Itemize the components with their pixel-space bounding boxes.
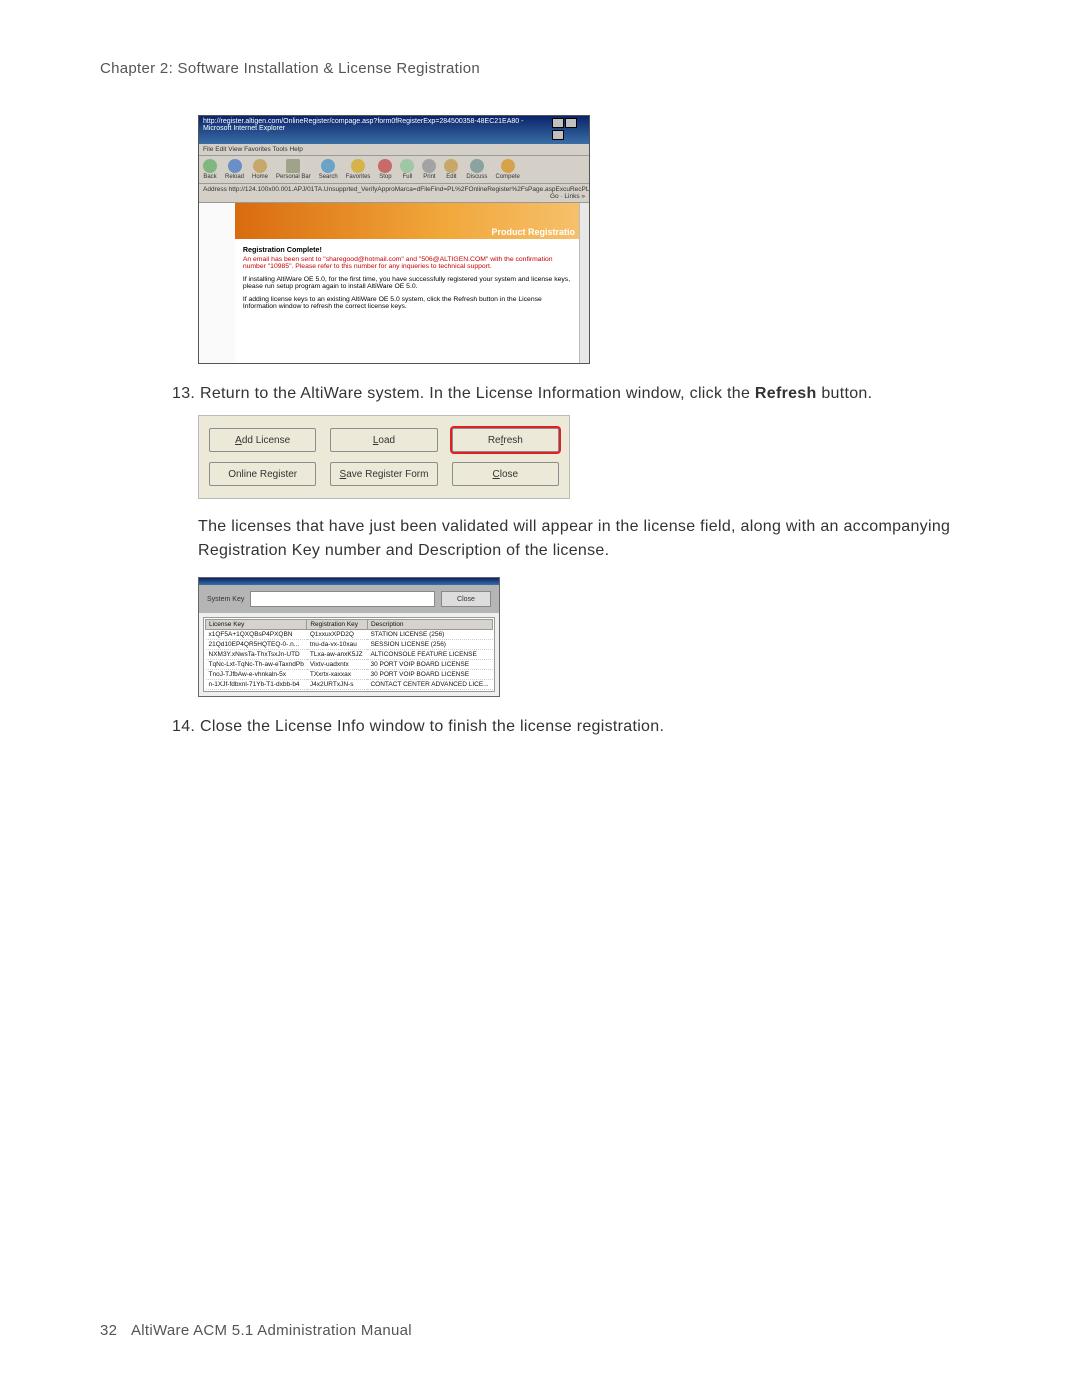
- license-dialog-buttons: Add License Load Refresh Online Register…: [198, 415, 570, 499]
- save-register-form-button[interactable]: Save Register Form: [330, 462, 437, 486]
- system-key-field[interactable]: [250, 591, 435, 607]
- table-row: n-1XJf-fdbxnl-71Yb-T1-dxbb-b4J4x2URTxJN-…: [206, 680, 493, 690]
- step-14-text: Close the License Info window to finish …: [200, 715, 980, 738]
- manual-title: AltiWare ACM 5.1 Administration Manual: [131, 1322, 412, 1339]
- confirmation-email-text: An email has been sent to "sharegood@hot…: [243, 256, 571, 270]
- browser-screenshot: http://register.altigen.com/OnlineRegist…: [198, 115, 590, 364]
- license-close-button[interactable]: Close: [441, 591, 491, 607]
- product-registration-banner: Product Registratio: [235, 203, 579, 239]
- favorites-icon: Favorites: [346, 159, 371, 180]
- chapter-header: Chapter 2: Software Installation & Licen…: [100, 60, 980, 77]
- col-registration-key: Registration Key: [307, 620, 368, 630]
- page-footer: 32 AltiWare ACM 5.1 Administration Manua…: [100, 1322, 412, 1339]
- license-field-paragraph: The licenses that have just been validat…: [198, 515, 968, 563]
- address-text: Address http://124.100x00.001.APJ/01TA.U…: [203, 186, 589, 193]
- search-icon: Search: [319, 159, 338, 180]
- personalbar-icon: Personal Bar: [276, 159, 311, 180]
- step-13-text-a: Return to the AltiWare system. In the Li…: [200, 385, 755, 402]
- home-icon: Home: [252, 159, 268, 180]
- refresh-keyword: Refresh: [755, 385, 817, 402]
- info-paragraph-1: If installing AltiWare OE 5.0, for the f…: [243, 276, 571, 290]
- discuss-icon: Discuss: [466, 159, 487, 180]
- table-row: 21Qd10EP4QR5HQTEQ-0-.n...tnu-da-vx-10xau…: [206, 640, 493, 650]
- license-table: License Key Registration Key Description…: [205, 619, 493, 690]
- info-paragraph-2: If adding license keys to an existing Al…: [243, 296, 571, 310]
- browser-title-text: http://register.altigen.com/OnlineRegist…: [203, 118, 551, 142]
- stop-icon: Stop: [378, 159, 392, 180]
- scrollbar-icon: [579, 203, 589, 363]
- window-control-icons: [551, 118, 585, 142]
- system-key-label: System Key: [207, 596, 244, 603]
- full-icon: Full: [400, 159, 414, 180]
- registration-complete-panel: Registration Complete! An email has been…: [235, 239, 579, 322]
- license-info-window: System Key Close License Key Registratio…: [198, 577, 500, 697]
- edit-icon: Edit: [444, 159, 458, 180]
- step-14: 14. Close the License Info window to fin…: [172, 715, 980, 738]
- page-number: 32: [100, 1322, 117, 1339]
- print-icon: Print: [422, 159, 436, 180]
- col-license-key: License Key: [206, 620, 307, 630]
- browser-address-bar: Address http://124.100x00.001.APJ/01TA.U…: [199, 184, 589, 203]
- browser-toolbar: Back Reload Home Personal Bar Search Fav…: [199, 156, 589, 184]
- load-button[interactable]: Load: [330, 428, 437, 452]
- online-register-button[interactable]: Online Register: [209, 462, 316, 486]
- table-row: x1QF5A+1QXQBsP4PXQBNQ1xxuxXPD2QSTATION L…: [206, 630, 493, 640]
- registration-complete-title: Registration Complete!: [243, 245, 571, 254]
- address-hint: Go · Links »: [550, 193, 585, 200]
- close-button[interactable]: Close: [452, 462, 559, 486]
- table-row: TnoJ-TJfbAw-e-vhnkaln-5xTXxrtx-xaxxax30 …: [206, 670, 493, 680]
- step-14-number: 14.: [172, 715, 200, 738]
- refresh-button[interactable]: Refresh: [452, 428, 559, 452]
- step-13-text-b: button.: [817, 385, 873, 402]
- browser-menubar: File Edit View Favorites Tools Help: [199, 144, 589, 156]
- add-license-button[interactable]: Add License: [209, 428, 316, 452]
- table-row: NXM3Y.xNwsTa-ThxTsxJn-UTDTLxa-aw-anxK5JZ…: [206, 650, 493, 660]
- back-icon: Back: [203, 159, 217, 180]
- compete-icon: Compete: [495, 159, 519, 180]
- step-13: 13. Return to the AltiWare system. In th…: [172, 382, 980, 405]
- col-description: Description: [367, 620, 492, 630]
- reload-icon: Reload: [225, 159, 244, 180]
- step-13-number: 13.: [172, 382, 200, 405]
- browser-titlebar: http://register.altigen.com/OnlineRegist…: [199, 116, 589, 144]
- table-row: TqNc-Lxt-TqNc-Th-aw-eTaxndPbVixtv-uadxnt…: [206, 660, 493, 670]
